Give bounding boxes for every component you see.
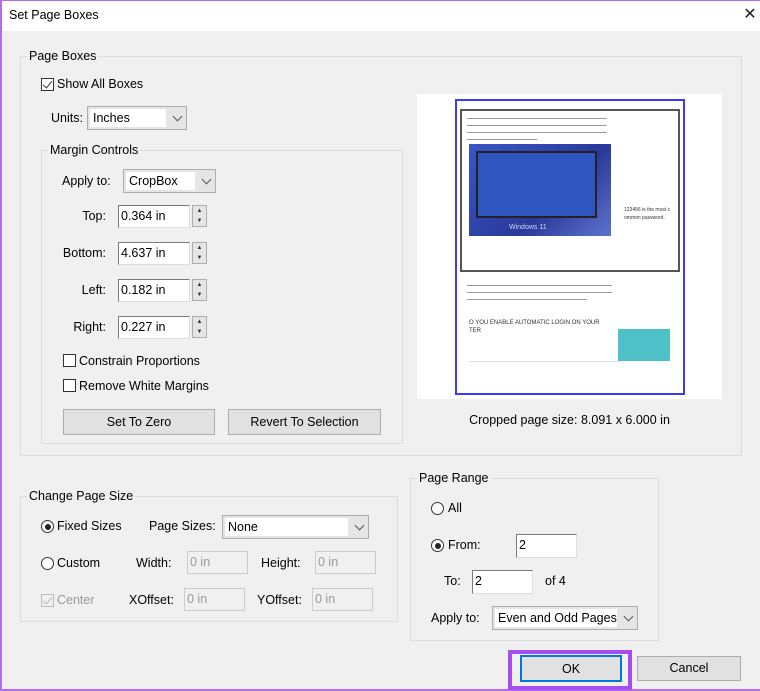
width-label: Width:: [136, 556, 172, 570]
constrain-proportions-checkbox[interactable]: [63, 354, 76, 367]
all-pages-label: All: [448, 501, 462, 515]
dialog-title: Set Page Boxes: [9, 8, 99, 22]
xoffset-label: XOffset:: [129, 593, 174, 607]
cancel-button[interactable]: Cancel: [637, 656, 741, 681]
spin-down-icon[interactable]: ▼: [193, 253, 206, 263]
xoffset-input[interactable]: 0 in: [184, 588, 245, 611]
custom-label: Custom: [57, 556, 101, 570]
spin-up-icon[interactable]: ▲: [193, 243, 206, 253]
spin-down-icon[interactable]: ▼: [193, 290, 206, 300]
chevron-down-icon: [354, 520, 365, 531]
page-sizes-value: None: [225, 518, 348, 536]
to-label: To:: [444, 574, 461, 588]
remove-white-margins-checkbox[interactable]: [63, 379, 76, 392]
bottom-input[interactable]: 4.637 in: [118, 242, 190, 265]
show-all-boxes-checkbox[interactable]: [41, 78, 54, 91]
spin-up-icon[interactable]: ▲: [193, 206, 206, 216]
from-input[interactable]: 2: [516, 534, 577, 558]
spin-down-icon[interactable]: ▼: [193, 216, 206, 226]
all-pages-radio[interactable]: [431, 502, 444, 515]
from-radio[interactable]: [431, 539, 444, 552]
apply-to-value: CropBox: [126, 172, 195, 190]
from-label: From:: [448, 538, 481, 552]
height-label: Height:: [261, 556, 301, 570]
page-sizes-label: Page Sizes:: [149, 519, 216, 533]
spin-up-icon[interactable]: ▲: [193, 280, 206, 290]
preview-image-caption: Windows 11: [509, 224, 547, 231]
remove-white-margins-label: Remove White Margins: [79, 379, 209, 393]
apply-to-select[interactable]: CropBox: [123, 169, 216, 193]
preview-heading-2: TER: [469, 328, 481, 334]
left-label: Left:: [81, 283, 106, 297]
units-select[interactable]: Inches: [87, 106, 187, 130]
top-label: Top:: [82, 209, 106, 223]
height-input[interactable]: 0 in: [315, 551, 376, 574]
page-preview: Windows 11 123456 is the most c ommon pas…: [417, 94, 722, 399]
top-spinner[interactable]: ▲ ▼: [192, 205, 207, 227]
custom-radio[interactable]: [41, 557, 54, 570]
right-input[interactable]: 0.227 in: [118, 316, 190, 339]
show-all-boxes-label: Show All Boxes: [57, 77, 144, 91]
right-spinner[interactable]: ▲ ▼: [192, 316, 207, 338]
preview-image: Windows 11: [469, 144, 611, 236]
fixed-sizes-label: Fixed Sizes: [57, 519, 122, 533]
fixed-sizes-radio[interactable]: [41, 520, 54, 533]
yoffset-label: YOffset:: [257, 593, 302, 607]
left-input[interactable]: 0.182 in: [118, 279, 190, 302]
set-page-boxes-dialog: Set Page Boxes ✕ Page Boxes Show All Box…: [0, 0, 760, 691]
bottom-label: Bottom:: [62, 246, 106, 260]
to-input[interactable]: 2: [472, 570, 533, 594]
constrain-proportions-label: Constrain Proportions: [79, 354, 200, 368]
revert-to-selection-button[interactable]: Revert To Selection: [228, 409, 381, 435]
margin-controls-label: Margin Controls: [48, 143, 141, 157]
preview-heading-1: O YOU ENABLE AUTOMATIC LOGIN ON YOUR: [469, 320, 600, 326]
center-label: Center: [57, 593, 95, 607]
width-input[interactable]: 0 in: [187, 551, 248, 574]
page-boxes-label: Page Boxes: [27, 49, 99, 63]
page-range-label: Page Range: [417, 471, 491, 485]
bottom-spinner[interactable]: ▲ ▼: [192, 242, 207, 264]
chevron-down-icon: [623, 611, 634, 622]
apply-to-label: Apply to:: [62, 174, 111, 188]
cropped-page-size: Cropped page size: 8.091 x 6.000 in: [469, 413, 670, 427]
title-bar: Set Page Boxes ✕: [2, 1, 760, 31]
close-icon[interactable]: ✕: [740, 4, 760, 26]
page-sizes-select[interactable]: None: [222, 515, 369, 539]
set-to-zero-button[interactable]: Set To Zero: [63, 409, 215, 435]
chevron-down-icon: [201, 174, 212, 185]
units-label: Units:: [51, 111, 83, 125]
preview-heading: O YOU ENABLE AUTOMATIC LOGIN ON YOUR TER: [469, 319, 600, 335]
margin-controls-group: Margin Controls: [41, 143, 403, 444]
page-count: of 4: [545, 574, 566, 588]
chevron-down-icon: [172, 111, 183, 122]
preview-game-image: [618, 329, 670, 361]
preview-side-text-1: 123456 is the most c: [624, 207, 671, 213]
left-spinner[interactable]: ▲ ▼: [192, 279, 207, 301]
preview-side-text: 123456 is the most c ommon password.: [624, 206, 670, 222]
page-range-apply-to-label: Apply to:: [431, 611, 480, 625]
page-range-apply-to-select[interactable]: Even and Odd Pages: [492, 606, 638, 630]
yoffset-input[interactable]: 0 in: [312, 588, 373, 611]
spin-down-icon[interactable]: ▼: [193, 327, 206, 337]
preview-side-text-2: ommon password.: [624, 215, 665, 221]
units-value: Inches: [90, 109, 166, 127]
top-input[interactable]: 0.364 in: [118, 205, 190, 228]
change-page-size-label: Change Page Size: [27, 489, 136, 503]
page-range-apply-to-value: Even and Odd Pages: [495, 609, 617, 627]
right-label: Right:: [73, 320, 106, 334]
spin-up-icon[interactable]: ▲: [193, 317, 206, 327]
ok-button[interactable]: OK: [520, 655, 622, 682]
center-checkbox[interactable]: [41, 594, 54, 607]
